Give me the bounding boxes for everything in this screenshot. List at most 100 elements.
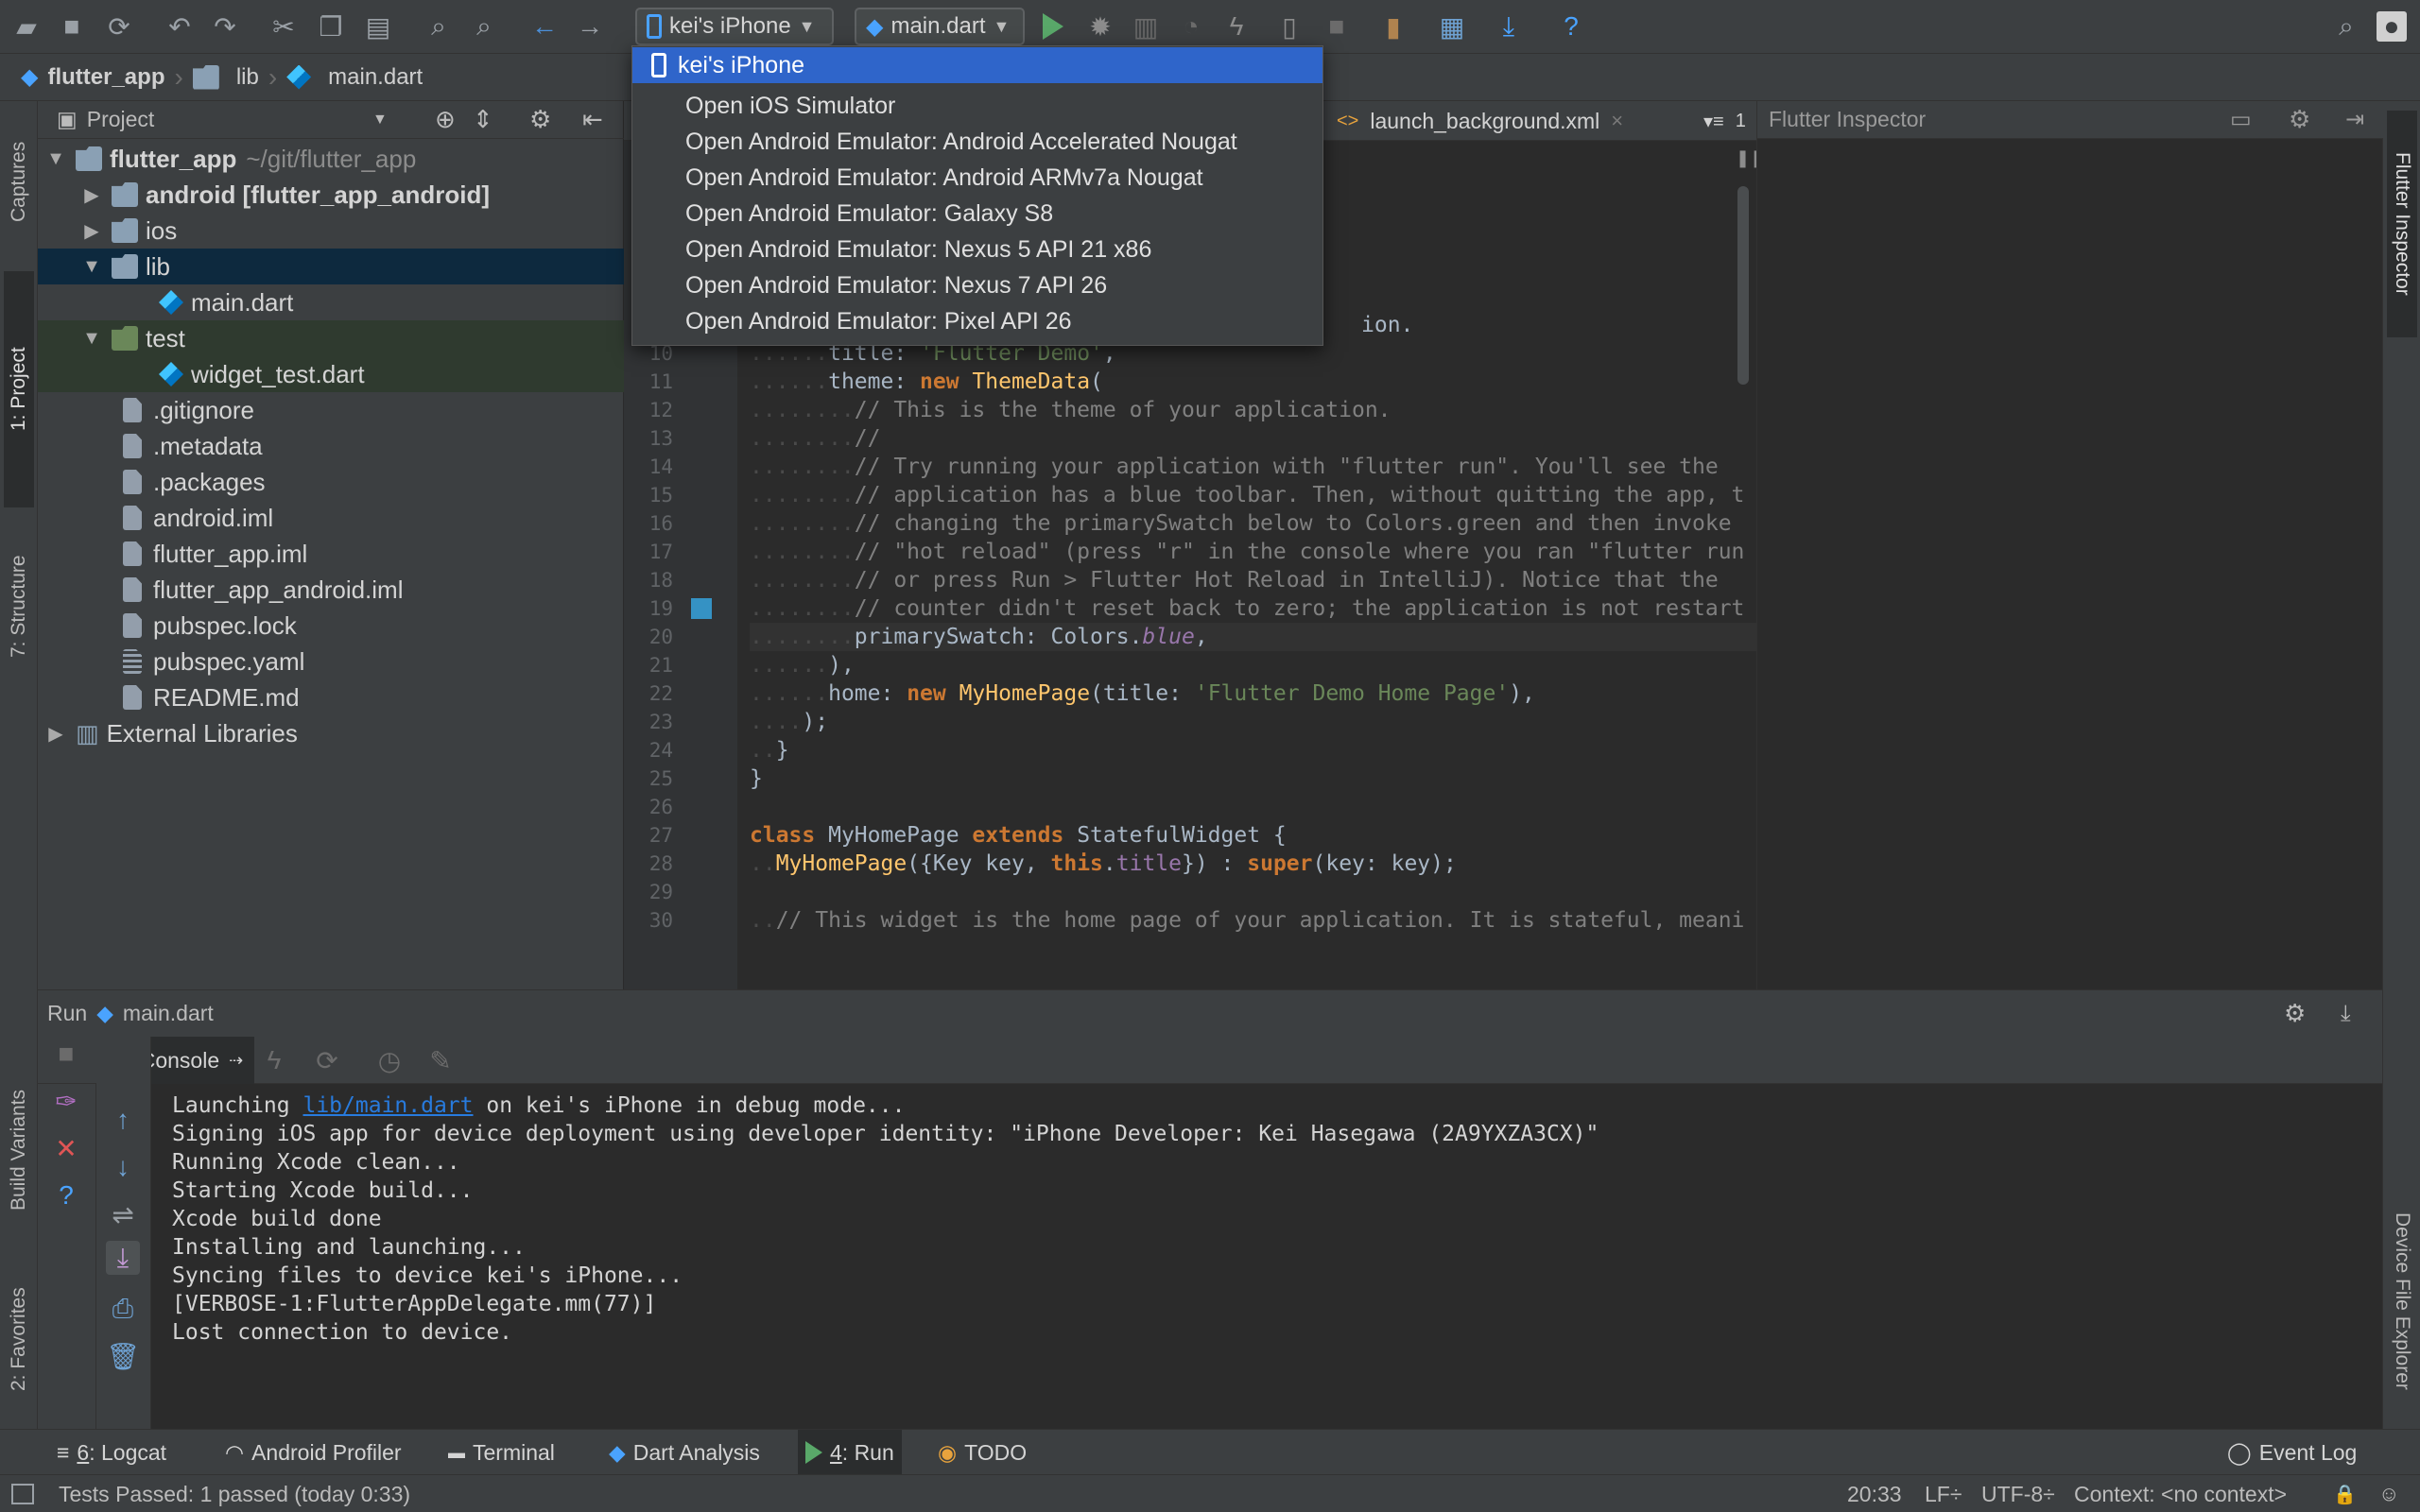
arrow-down-icon[interactable]: ↓ xyxy=(106,1150,140,1184)
tree-item-lib[interactable]: ▼ lib xyxy=(38,249,624,284)
code-line[interactable]: class MyHomePage extends StatefulWidget … xyxy=(750,821,1287,850)
timer-icon[interactable]: ◷ xyxy=(372,1043,406,1077)
undo-icon[interactable]: ↶ xyxy=(163,9,197,43)
avd-manager-icon[interactable]: ▮ xyxy=(1376,9,1410,43)
toggle-tool-windows-icon[interactable] xyxy=(11,1475,34,1512)
code-line[interactable]: ........// Try running your application … xyxy=(750,453,1719,481)
code-line[interactable]: ......), xyxy=(750,651,855,679)
console-file-link[interactable]: lib/main.dart xyxy=(302,1093,473,1118)
device-option-pixel[interactable]: Open Android Emulator: Pixel API 26 xyxy=(632,303,1322,339)
code-line[interactable]: ....); xyxy=(750,708,828,736)
device-option-nexus-5[interactable]: Open Android Emulator: Nexus 5 API 21 x8… xyxy=(632,232,1322,267)
coverage-icon[interactable]: ▥ xyxy=(1129,9,1163,43)
tool-tab-structure[interactable]: 7: Structure xyxy=(4,526,34,687)
code-line[interactable]: ........// application has a blue toolba… xyxy=(750,481,1744,509)
lock-icon[interactable]: 🔒 xyxy=(2333,1475,2357,1512)
redo-icon[interactable]: ↷ xyxy=(208,9,242,43)
file-encoding[interactable]: UTF-8÷ xyxy=(1981,1475,2055,1512)
project-view-selector[interactable]: Project xyxy=(87,107,155,132)
tree-item-gitignore[interactable]: .gitignore xyxy=(38,392,624,428)
expand-arrow-icon[interactable]: ▼ xyxy=(81,328,102,350)
tool-tab-project[interactable]: 1: Project xyxy=(4,271,34,507)
tree-item-main-dart[interactable]: main.dart xyxy=(38,284,624,320)
arrow-up-icon[interactable]: ↑ xyxy=(106,1103,140,1137)
line-separator[interactable]: LF÷ xyxy=(1925,1475,1962,1512)
stop-icon[interactable]: ■ xyxy=(1320,9,1354,43)
hide-panel-icon[interactable]: ⇥ xyxy=(2345,106,2364,133)
code-line[interactable]: ..} xyxy=(750,736,789,765)
trash-icon[interactable]: 🗑 xyxy=(106,1339,140,1373)
tool-tab-event-log[interactable]: ◯ Event Log xyxy=(2220,1430,2364,1475)
tool-tab-build-variants[interactable]: Build Variants xyxy=(4,1046,34,1254)
tree-item-pubspec-yaml[interactable]: pubspec.yaml xyxy=(38,644,624,679)
code-line[interactable]: ........// "hot reload" (press "r" in th… xyxy=(750,538,1744,566)
forward-icon[interactable]: → xyxy=(573,9,607,43)
tool-tab-todo[interactable]: ◉ TODO xyxy=(930,1430,1034,1475)
print-icon[interactable]: ⎙ xyxy=(106,1292,140,1326)
find-icon[interactable]: ⌕ xyxy=(422,9,456,43)
pin-icon[interactable]: ⇢ xyxy=(229,1051,243,1071)
inspector-icon[interactable]: ☺ xyxy=(2378,1475,2399,1512)
scroll-to-end-icon[interactable]: ⤓ xyxy=(106,1241,140,1275)
tab-launch-background[interactable]: <> launch_background.xml × xyxy=(1325,101,1634,141)
collapse-arrow-icon[interactable]: ▶ xyxy=(81,183,102,207)
device-option-galaxy-s8[interactable]: Open Android Emulator: Galaxy S8 xyxy=(632,196,1322,232)
breadcrumb-project[interactable]: flutter_app xyxy=(47,64,164,91)
tree-item-packages[interactable]: .packages xyxy=(38,464,624,500)
minimize-panel-icon[interactable]: ⤓ xyxy=(2341,1001,2351,1027)
hot-reload-icon[interactable]: ϟ xyxy=(257,1043,291,1077)
gear-icon[interactable]: ⚙ xyxy=(2289,105,2310,134)
device-option-android-armv7a-nougat[interactable]: Open Android Emulator: Android ARMv7a No… xyxy=(632,160,1322,196)
code-line[interactable]: ..// This widget is the home page of you… xyxy=(750,906,1744,935)
soft-wrap-icon[interactable]: ⇌ xyxy=(106,1197,140,1231)
code-line[interactable]: ........// xyxy=(750,424,880,453)
code-line[interactable]: ........// This is the theme of your app… xyxy=(750,396,1392,424)
expand-arrow-icon[interactable]: ▼ xyxy=(81,256,102,278)
copy-icon[interactable]: ❐ xyxy=(314,9,348,43)
code-line[interactable]: ........// changing the primarySwatch be… xyxy=(750,509,1732,538)
tool-tab-flutter-inspector[interactable]: Flutter Inspector xyxy=(2387,111,2417,337)
device-option-ios-simulator[interactable]: Open iOS Simulator xyxy=(632,88,1322,124)
user-avatar-icon[interactable]: ● xyxy=(2377,11,2407,42)
replace-icon[interactable]: ⌕ xyxy=(467,9,501,43)
device-option-nexus-7[interactable]: Open Android Emulator: Nexus 7 API 26 xyxy=(632,267,1322,303)
collapse-arrow-icon[interactable]: ▶ xyxy=(81,219,102,243)
expand-arrow-icon[interactable]: ▼ xyxy=(45,148,66,170)
code-line[interactable]: ......theme: new ThemeData( xyxy=(750,368,1103,396)
run-config-selector[interactable]: ◆ main.dart ▼ xyxy=(855,8,1025,45)
dart-context[interactable]: Context: <no context> xyxy=(2074,1475,2287,1512)
debug-icon[interactable]: ✹ xyxy=(1083,9,1117,43)
run-icon[interactable] xyxy=(1036,9,1070,43)
tree-item-flutter-app[interactable]: ▼ flutter_app ~/git/flutter_app xyxy=(38,141,624,177)
tool-tab-logcat[interactable]: ≡ 6: Logcat xyxy=(49,1430,174,1475)
tool-tab-favorites[interactable]: 2: Favorites xyxy=(4,1254,34,1424)
search-icon[interactable]: ⌕ xyxy=(2329,9,2363,43)
device-option-keis-iphone[interactable]: kei's iPhone xyxy=(632,47,1322,83)
tool-tab-terminal[interactable]: ▬ Terminal xyxy=(441,1430,562,1475)
sync-icon[interactable]: ⟳ xyxy=(102,9,136,43)
back-icon[interactable]: ← xyxy=(527,9,562,43)
tool-tab-run[interactable]: 4: Run xyxy=(798,1430,902,1475)
tree-item-android[interactable]: ▶ android [flutter_app_android] xyxy=(38,177,624,213)
code-line[interactable]: ......home: new MyHomePage(title: 'Flutt… xyxy=(750,679,1535,708)
tree-item-test[interactable]: ▼ test xyxy=(38,320,624,356)
run-config-name[interactable]: main.dart xyxy=(123,1001,214,1026)
code-line[interactable]: ..MyHomePage({Key key, this.title}) : su… xyxy=(750,850,1457,878)
gear-icon[interactable]: ⚙ xyxy=(2284,999,2306,1028)
tree-item-flutter-app-android-iml[interactable]: flutter_app_android.iml xyxy=(38,572,624,608)
restart-icon[interactable]: ⟳ xyxy=(310,1043,344,1077)
help-icon[interactable]: ? xyxy=(1554,9,1588,43)
close-icon[interactable]: × xyxy=(1611,109,1623,133)
save-icon[interactable]: ■ xyxy=(55,9,89,43)
inspect-icon[interactable]: ✎ xyxy=(424,1043,458,1077)
tool-tab-dart-analysis[interactable]: ◆ Dart Analysis xyxy=(601,1430,768,1475)
hide-panel-icon[interactable]: ⇤ xyxy=(582,105,603,134)
code-line[interactable]: ........// or press Run > Flutter Hot Re… xyxy=(750,566,1719,594)
chat-icon[interactable]: ▭ xyxy=(2230,106,2252,133)
tree-item-android-iml[interactable]: android.iml xyxy=(38,500,624,536)
editor-scrollbar[interactable] xyxy=(1737,186,1749,385)
hot-reload-icon[interactable]: ϟ xyxy=(1219,9,1253,43)
help-icon[interactable]: ? xyxy=(49,1178,83,1212)
gear-icon[interactable]: ⚙ xyxy=(529,105,551,134)
profile-icon[interactable]: ◔ xyxy=(1174,9,1208,43)
